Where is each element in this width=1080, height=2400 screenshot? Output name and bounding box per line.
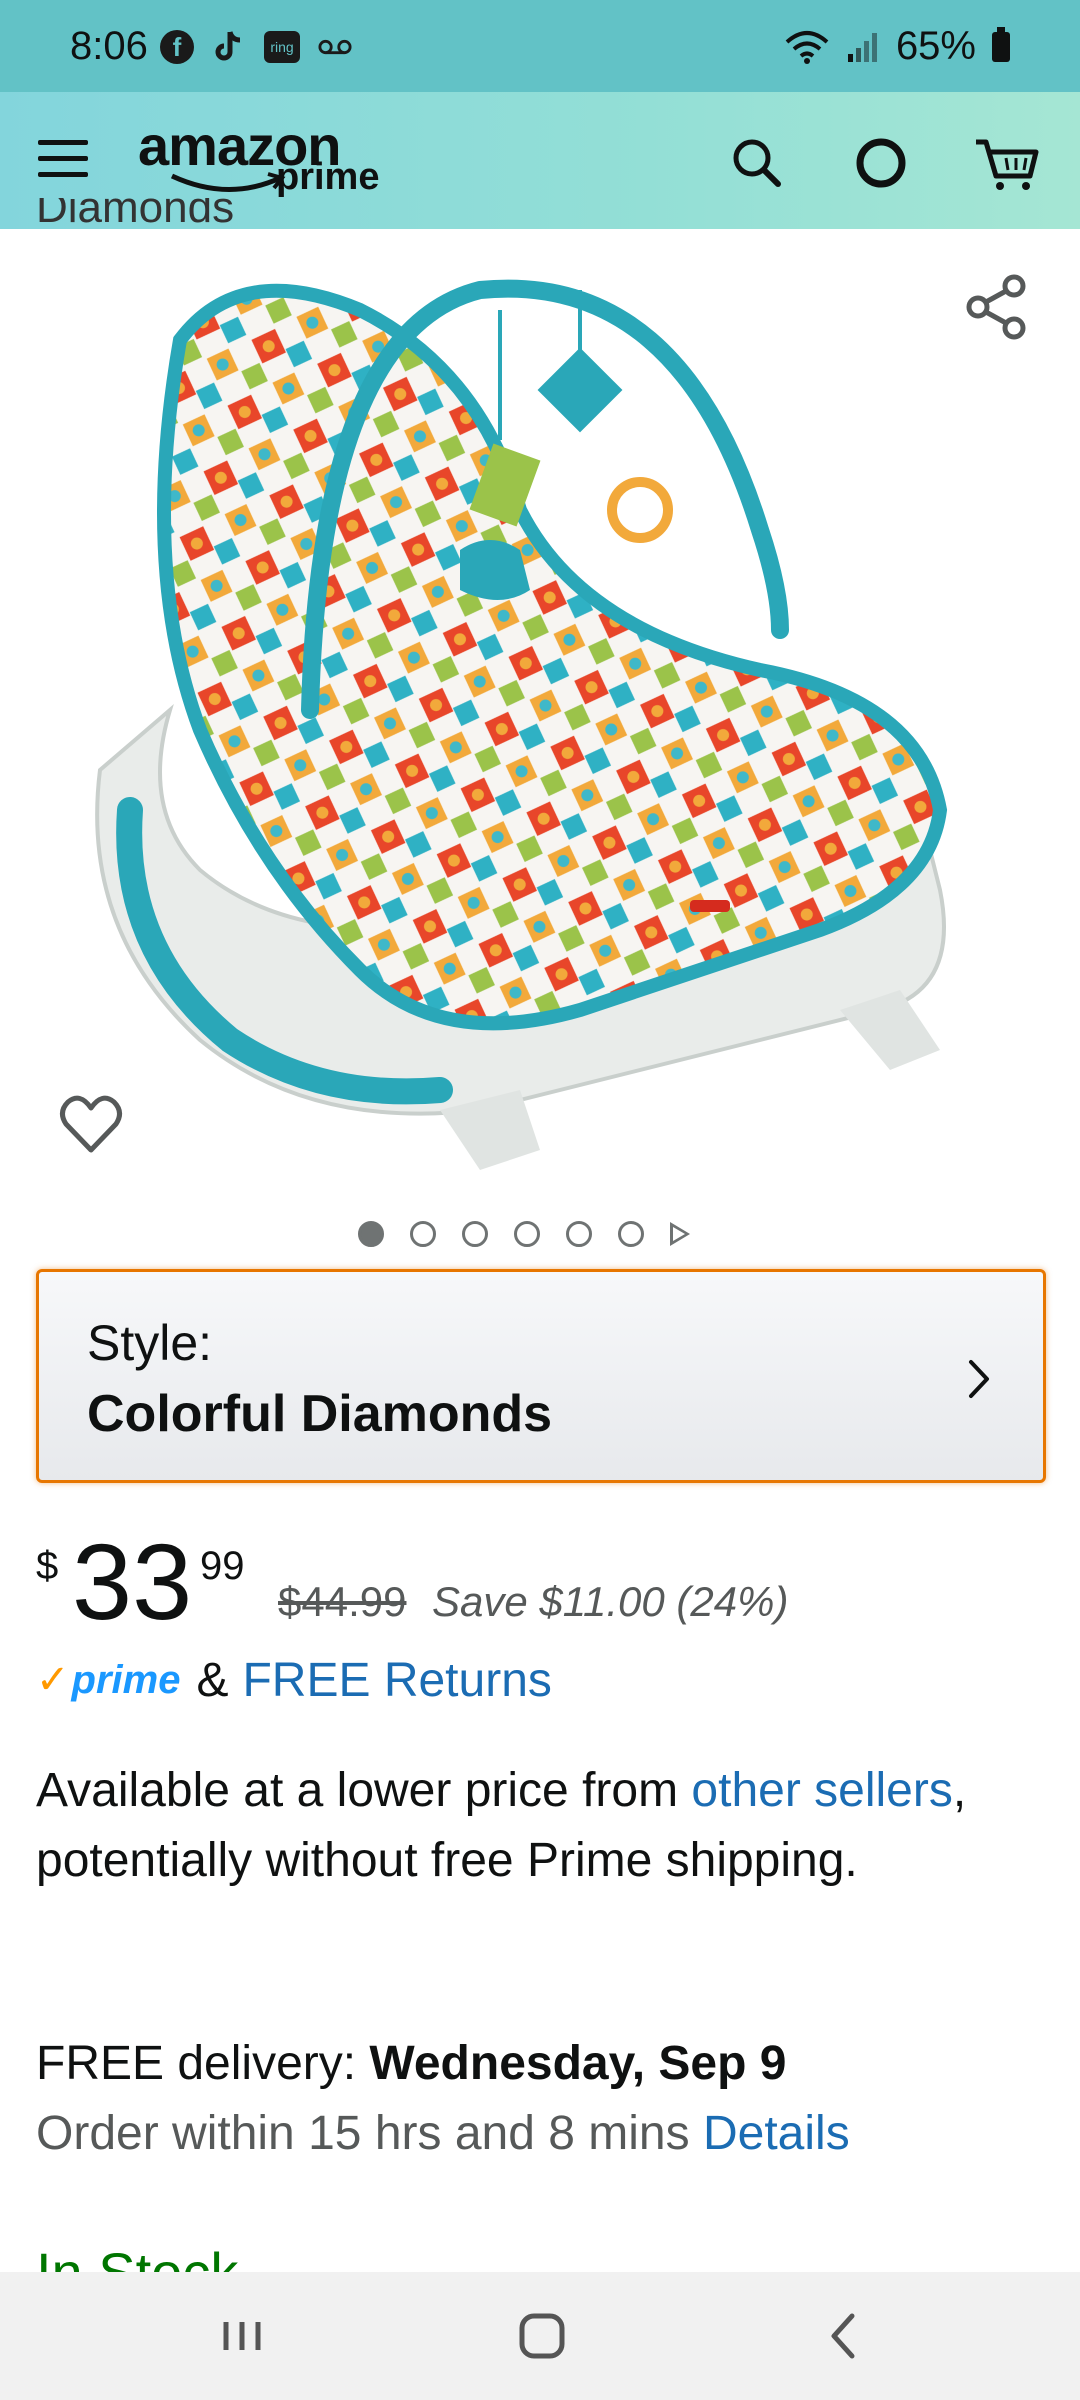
logo-smile bbox=[170, 172, 286, 192]
notification-icons: f ring bbox=[160, 30, 352, 64]
facebook-icon: f bbox=[160, 30, 194, 64]
delivery-label: FREE delivery: bbox=[36, 2037, 370, 2090]
cart-icon[interactable] bbox=[972, 128, 1042, 198]
wishlist-heart-icon[interactable] bbox=[58, 1094, 124, 1156]
price-fraction: 99 bbox=[200, 1544, 245, 1588]
system-nav-bar bbox=[0, 2272, 1080, 2400]
carousel-dot[interactable] bbox=[514, 1221, 540, 1247]
product-title-partial: Diamonds bbox=[36, 198, 235, 230]
alexa-icon[interactable] bbox=[846, 128, 916, 198]
style-value: Colorful Diamonds bbox=[87, 1385, 553, 1443]
battery-icon bbox=[992, 26, 1010, 62]
ring-icon: ring bbox=[264, 31, 300, 63]
carousel-dot[interactable] bbox=[410, 1221, 436, 1247]
status-time: 8:06 bbox=[70, 24, 148, 68]
carousel-dot[interactable] bbox=[358, 1221, 384, 1247]
price-symbol: $ bbox=[36, 1544, 59, 1588]
in-stock-status: In Stock bbox=[36, 2238, 238, 2272]
free-returns-link[interactable]: FREE Returns bbox=[242, 1653, 551, 1708]
lower-price-text-before: Available at a lower price from bbox=[36, 1764, 692, 1817]
prime-amp: & bbox=[196, 1653, 229, 1707]
wifi-icon bbox=[785, 30, 829, 64]
status-right: 65% bbox=[784, 24, 1010, 69]
logo-sub: prime bbox=[276, 156, 380, 198]
order-within-text: Order within 15 hrs and 8 mins bbox=[36, 2107, 703, 2160]
carousel-dot[interactable] bbox=[566, 1221, 592, 1247]
signal-icon bbox=[847, 32, 877, 62]
product-image[interactable] bbox=[60, 250, 1000, 1190]
lower-price-notice: Available at a lower price from other se… bbox=[36, 1756, 1036, 1896]
style-label: Style: bbox=[87, 1315, 213, 1371]
search-icon[interactable] bbox=[722, 128, 792, 198]
video-play-icon[interactable] bbox=[670, 1222, 690, 1246]
tiktok-icon bbox=[212, 30, 246, 64]
list-price: $44.99 bbox=[278, 1578, 407, 1625]
battery-percent: 65% bbox=[895, 24, 976, 68]
savings-text: Save $11.00 (24%) bbox=[432, 1578, 789, 1625]
chevron-right-icon bbox=[969, 1360, 989, 1398]
other-sellers-link[interactable]: other sellers bbox=[691, 1764, 952, 1817]
back-icon[interactable] bbox=[814, 2306, 874, 2366]
details-link[interactable]: Details bbox=[703, 2107, 850, 2160]
menu-icon[interactable] bbox=[38, 140, 88, 180]
price-whole: 33 bbox=[72, 1521, 193, 1642]
delivery-date: Wednesday, Sep 9 bbox=[369, 2037, 787, 2090]
image-carousel-dots[interactable] bbox=[358, 1221, 690, 1247]
prime-returns-row: ✓ prime & FREE Returns bbox=[36, 1650, 552, 1710]
delivery-info: FREE delivery: Wednesday, Sep 9 bbox=[36, 2030, 786, 2098]
amazon-prime-logo[interactable]: amazon prime bbox=[138, 118, 379, 199]
style-selector[interactable]: Style: Colorful Diamonds bbox=[36, 1269, 1046, 1483]
carousel-dot[interactable] bbox=[618, 1221, 644, 1247]
share-icon[interactable] bbox=[962, 272, 1032, 342]
status-bar: 8:06 f ring 65% bbox=[0, 0, 1080, 92]
prime-check-icon: ✓ bbox=[36, 1658, 70, 1702]
voicemail-icon bbox=[318, 30, 352, 64]
home-icon[interactable] bbox=[512, 2306, 572, 2366]
price-block: $ 33 99 $44.99 Save $11.00 (24%) bbox=[36, 1520, 1046, 1640]
order-within: Order within 15 hrs and 8 mins Details bbox=[36, 2100, 850, 2168]
prime-badge: prime bbox=[71, 1657, 181, 1702]
recent-apps-icon[interactable] bbox=[212, 2306, 272, 2366]
carousel-dot[interactable] bbox=[462, 1221, 488, 1247]
